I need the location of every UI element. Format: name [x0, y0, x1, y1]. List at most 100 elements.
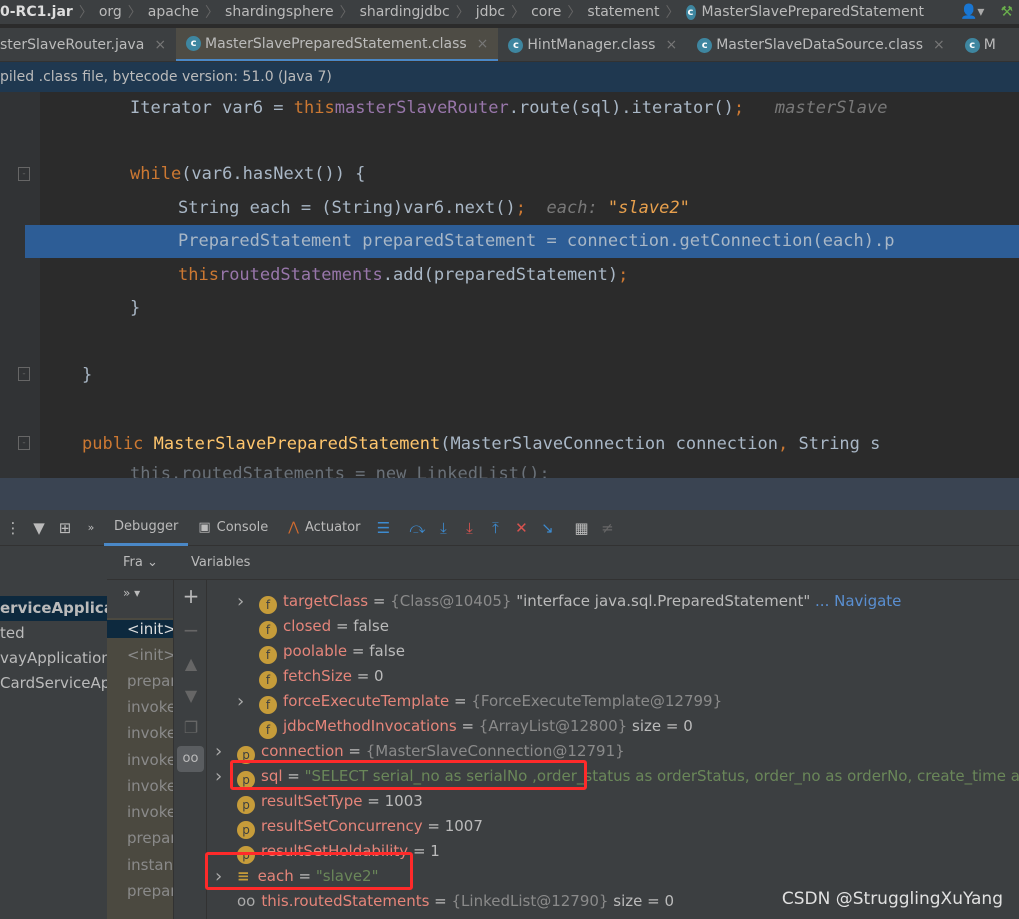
frame-item[interactable]: <init> — [107, 620, 173, 638]
variable-row[interactable]: f poolable = false — [259, 639, 405, 664]
tab-actuator[interactable]: ⋀ Actuator — [278, 510, 370, 546]
equals: = — [449, 692, 472, 710]
tab-console[interactable]: ▣ Console — [188, 510, 278, 546]
step-out-icon[interactable]: ⤒ — [482, 519, 508, 537]
variable-row[interactable]: f fetchSize = 0 — [259, 664, 384, 689]
fold-icon[interactable]: - — [18, 367, 30, 381]
fold-icon[interactable]: - — [18, 436, 30, 450]
close-icon[interactable]: × — [665, 37, 677, 53]
expand-arrow-icon[interactable]: › — [215, 739, 222, 764]
class-icon: c — [685, 4, 696, 20]
highlight-box — [205, 852, 413, 890]
run-to-cursor-icon[interactable]: ↘ — [534, 519, 560, 537]
frame-item[interactable]: prepar — [127, 882, 173, 900]
frame-item[interactable]: instant — [127, 856, 173, 874]
code-editor[interactable]: Iterator var6 = thismasterSlaveRouter.ro… — [25, 92, 1019, 478]
thread-item[interactable]: CardServiceAp — [0, 671, 110, 696]
frame-item[interactable]: prepar — [127, 829, 173, 847]
more-icon[interactable]: » ▾ — [123, 586, 140, 600]
frame-item[interactable]: invoke — [127, 751, 173, 769]
variable-name: poolable — [283, 642, 348, 660]
crumb[interactable]: apache — [148, 4, 199, 20]
crumb[interactable]: jdbc — [476, 4, 505, 20]
frame-item[interactable]: invoke — [127, 698, 173, 716]
plus-icon[interactable]: + — [174, 584, 208, 608]
variable-value: size = 0 — [608, 892, 674, 910]
tab-debugger[interactable]: Debugger — [104, 510, 189, 546]
frame-item[interactable]: <init> — [127, 646, 173, 664]
field-icon: f — [259, 621, 277, 639]
close-icon[interactable]: × — [154, 37, 166, 53]
variable-name: connection — [261, 742, 344, 760]
more-icon[interactable]: » — [78, 521, 104, 534]
variable-row[interactable]: › f forceExecuteTemplate = {ForceExecuteTe… — [237, 689, 723, 714]
frame-item[interactable]: invoke — [127, 724, 173, 742]
watch-icon: oo — [237, 892, 256, 910]
fold-icon[interactable]: - — [18, 167, 30, 181]
decompiled-banner: piled .class file, bytecode version: 51.… — [0, 62, 1019, 92]
variables-tree[interactable]: › f targetClass = {Class@10405} "interface… — [205, 580, 1019, 919]
up-icon[interactable]: ▲ — [174, 654, 208, 673]
expand-arrow-icon[interactable]: › — [215, 764, 222, 789]
thread-item[interactable]: vayApplication — [0, 646, 111, 671]
thread-item[interactable]: ted — [0, 621, 25, 646]
field-icon: f — [259, 721, 277, 739]
watches-toggle-icon[interactable]: oo — [177, 746, 204, 772]
close-icon[interactable]: × — [477, 36, 489, 52]
filter-icon[interactable]: ▼ — [26, 519, 52, 537]
crumb[interactable]: shardingjdbc — [360, 4, 450, 20]
variable-row[interactable]: p resultSetType = 1003 — [237, 789, 423, 814]
variable-ref: {ForceExecuteTemplate@12799} — [471, 692, 723, 710]
variable-row[interactable]: › f targetClass = {Class@10405} "interface… — [237, 589, 901, 614]
tab-master-slave-router[interactable]: sterSlaveRouter.java × — [0, 28, 176, 61]
drop-frame-icon[interactable]: ✕ — [508, 519, 534, 537]
evaluate-icon[interactable]: ▦ — [568, 519, 594, 537]
close-icon[interactable]: × — [933, 37, 945, 53]
crumb[interactable]: org — [99, 4, 122, 20]
tab-label: Actuator — [304, 520, 361, 535]
tab-master-slave-prepared-statement[interactable]: c MasterSlavePreparedStatement.class × — [176, 28, 499, 61]
crumb[interactable]: MasterSlavePreparedStatement — [702, 4, 924, 20]
threads-menu-icon[interactable]: ☰ — [370, 519, 396, 537]
navigate-link[interactable]: ... Navigate — [810, 592, 901, 610]
frames-header[interactable]: Fra ⌄ — [107, 546, 173, 580]
variable-value: false — [369, 642, 405, 660]
user-icon[interactable]: 👤▾ — [960, 4, 984, 20]
crumb[interactable]: 0-RC1.jar — [0, 4, 73, 20]
variable-ref: {ArrayList@12800} — [478, 717, 628, 735]
variable-value: 1007 — [444, 817, 483, 835]
layout-icon[interactable]: ⋮ — [0, 519, 26, 537]
variable-row[interactable]: f jdbcMethodInvocations = {ArrayList@1280… — [259, 714, 693, 739]
crumb[interactable]: core — [531, 4, 561, 20]
tab-more[interactable]: cM — [955, 28, 1006, 61]
variable-row[interactable]: f closed = false — [259, 614, 389, 639]
step-over-icon[interactable]: ⤼ — [404, 519, 430, 537]
code-line: String each = (String)var6.next(); each:… — [178, 198, 690, 218]
tab-hint-manager[interactable]: c HintManager.class × — [498, 28, 687, 61]
actuator-icon: ⋀ — [288, 520, 299, 535]
tab-master-slave-data-source[interactable]: c MasterSlaveDataSource.class × — [687, 28, 955, 61]
hammer-icon[interactable]: ⚒ — [1000, 4, 1013, 20]
add-frame-icon[interactable]: ⊞ — [52, 519, 78, 537]
variables-header: Variables — [173, 546, 1019, 580]
frame-item[interactable]: invoke — [127, 803, 173, 821]
expand-arrow-icon[interactable]: › — [237, 689, 244, 714]
equals: = — [368, 592, 391, 610]
trace-icon[interactable]: ≠ — [594, 519, 620, 537]
down-icon[interactable]: ▼ — [174, 686, 208, 705]
variable-row[interactable]: p resultSetConcurrency = 1007 — [237, 814, 483, 839]
crumb[interactable]: shardingsphere — [225, 4, 334, 20]
expand-arrow-icon[interactable]: › — [237, 589, 244, 614]
frame-item[interactable]: invoke — [127, 777, 173, 795]
frame-item[interactable]: prepar — [127, 672, 173, 690]
step-into-icon[interactable]: ⤓ — [430, 519, 456, 537]
variable-row[interactable]: oo this.routedStatements = {LinkedList@12… — [237, 889, 674, 914]
crumb[interactable]: statement — [587, 4, 659, 20]
copy-icon[interactable]: ❐ — [174, 718, 208, 737]
thread-item[interactable]: erviceApplicati — [0, 596, 126, 621]
force-step-into-icon[interactable]: ⤓ — [456, 519, 482, 537]
equals: = — [347, 642, 370, 660]
variable-value: size = 0 — [627, 717, 693, 735]
minus-icon[interactable]: − — [174, 618, 208, 642]
field-icon: f — [259, 596, 277, 614]
